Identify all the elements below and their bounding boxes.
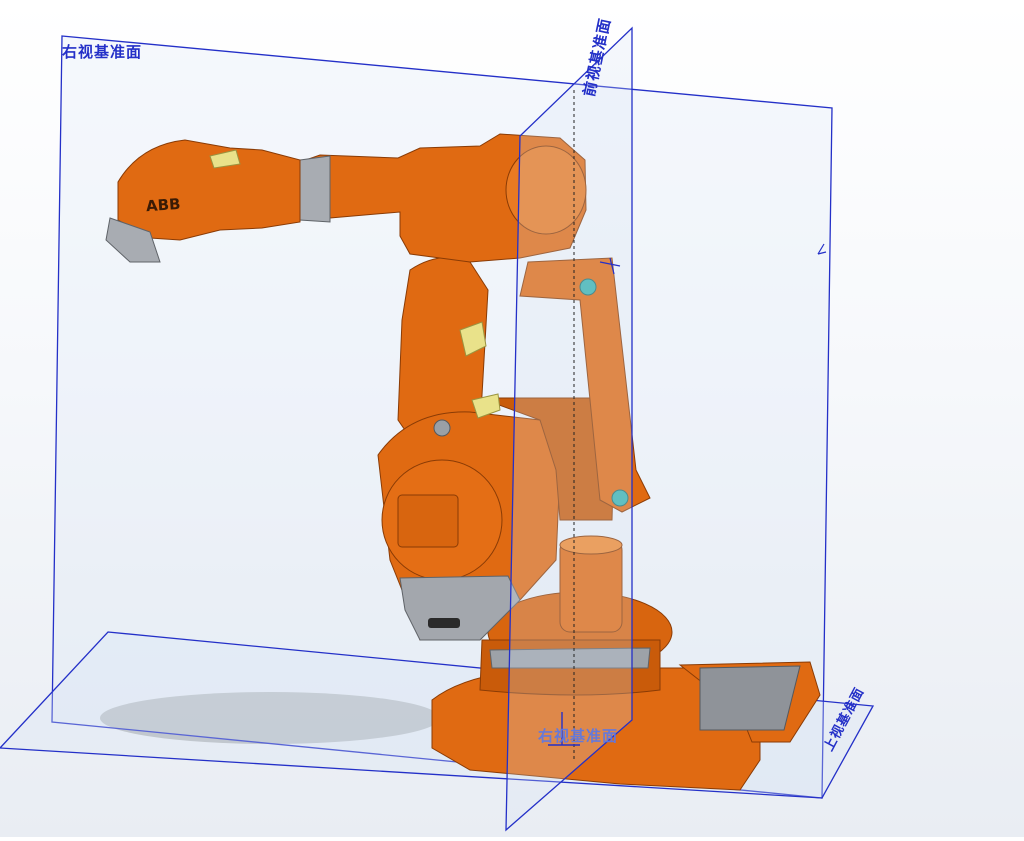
origin-label: 右视基准面 <box>538 727 619 745</box>
grease-nipple <box>433 419 451 437</box>
cad-graphics-area[interactable]: ABB 右视基准面 前视基准面 上视基准面 右视基准面 <box>0 0 1024 837</box>
shoulder-motor <box>397 494 459 548</box>
arm-ring <box>299 155 331 223</box>
front-plane[interactable] <box>505 26 633 832</box>
brand-logo: ABB <box>145 194 182 216</box>
forearm <box>117 139 301 241</box>
base-cover-plate <box>699 665 801 731</box>
connector <box>428 618 460 628</box>
right-plane-label[interactable]: 右视基准面 <box>62 41 142 62</box>
model-scene <box>0 26 875 832</box>
